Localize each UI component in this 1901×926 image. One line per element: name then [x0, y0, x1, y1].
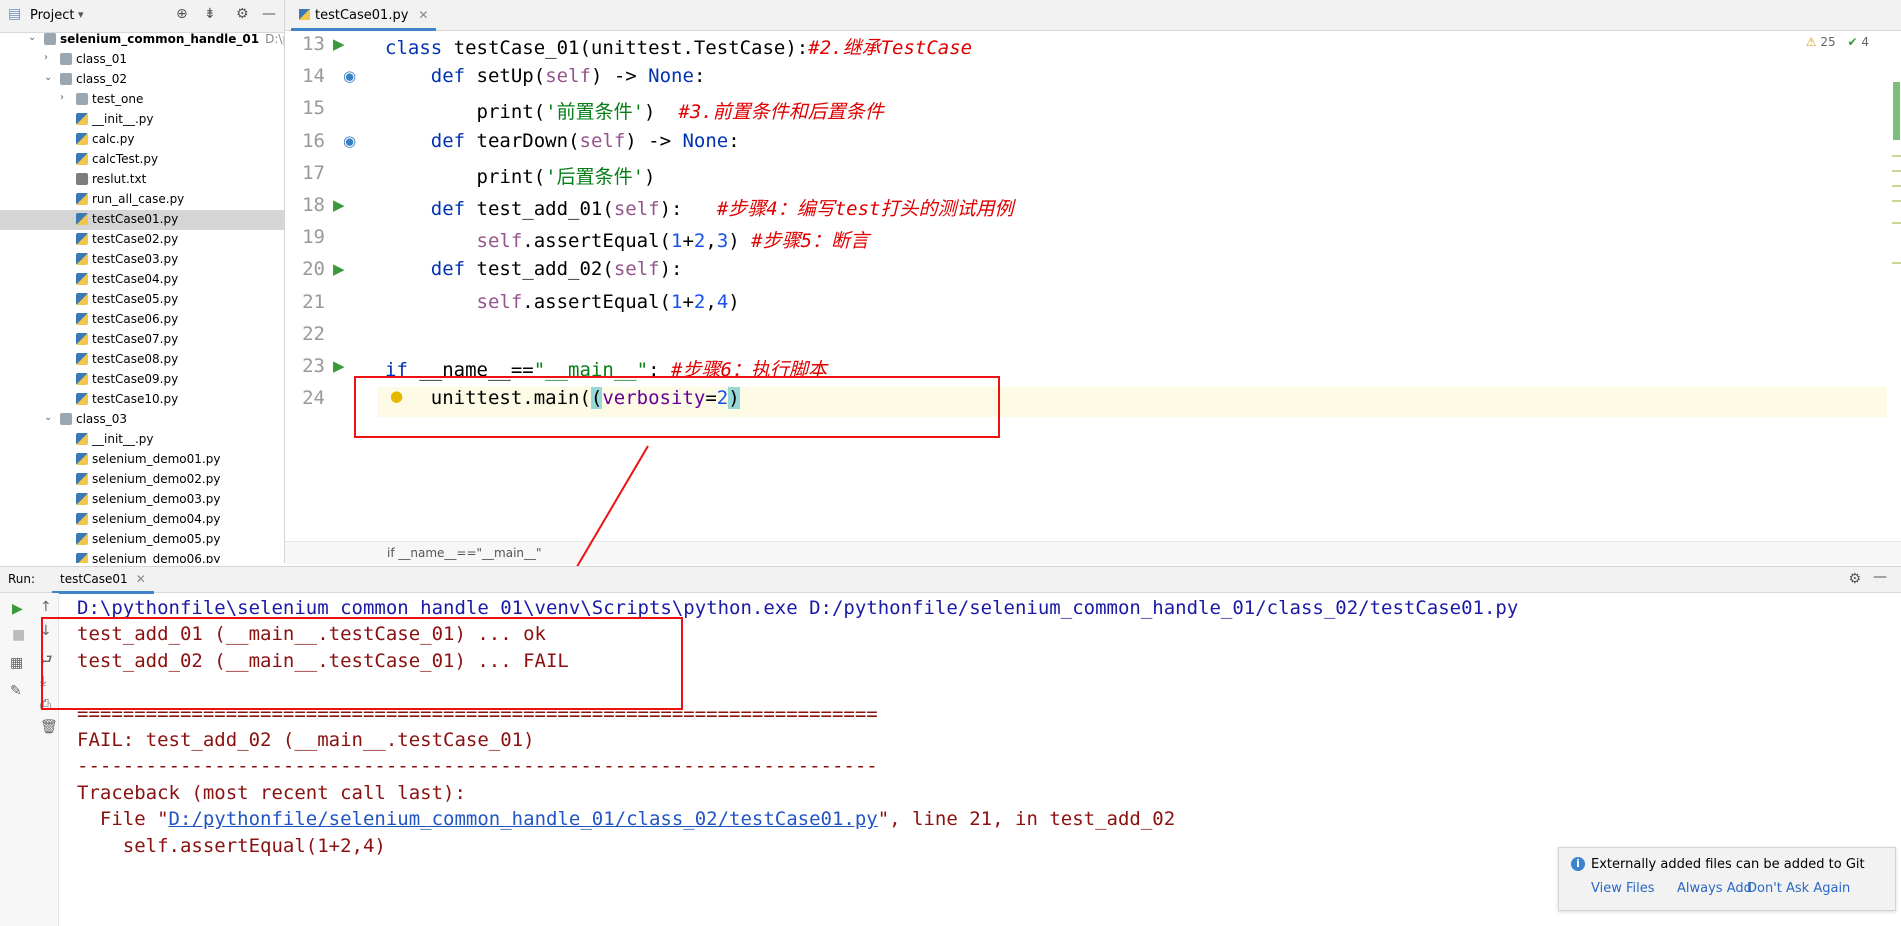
- scroll-marker: [1892, 222, 1901, 224]
- run-tab-label: testCase01: [60, 572, 128, 586]
- scroll-marker: [1892, 155, 1901, 157]
- output-line: FAIL: test_add_02 (__main__.testCase_01): [77, 729, 535, 751]
- scroll-marker: [1892, 170, 1901, 172]
- trash-icon[interactable]: 🗑: [40, 719, 58, 735]
- up-arrow-icon[interactable]: ↑: [40, 599, 52, 615]
- rerun-icon[interactable]: ▶: [12, 601, 23, 617]
- output-line: ----------------------------------------…: [77, 755, 878, 778]
- notification-message: Externally added files can be added to G…: [1591, 857, 1865, 872]
- layout-icon[interactable]: ▦: [10, 655, 23, 671]
- close-icon[interactable]: ✕: [136, 572, 146, 586]
- output-line: D:\pythonfile\selenium_common_handle_01\…: [77, 597, 1519, 619]
- scroll-marker: [1892, 262, 1901, 264]
- run-label: Run:: [8, 572, 36, 586]
- minimize-icon[interactable]: —: [1873, 569, 1887, 585]
- always-add-link[interactable]: Always Add: [1677, 881, 1752, 896]
- annotation-box-output: [41, 617, 683, 710]
- output-line: self.assertEqual(1+2,4): [77, 834, 386, 857]
- traceback-file-link[interactable]: D:/pythonfile/selenium_common_handle_01/…: [169, 808, 878, 830]
- git-notification: i Externally added files can be added to…: [1558, 847, 1896, 911]
- output-line: File "D:/pythonfile/selenium_common_hand…: [77, 808, 1176, 831]
- stop-icon[interactable]: ■: [12, 627, 25, 643]
- output-line: Traceback (most recent call last):: [77, 781, 466, 804]
- pin-icon[interactable]: ✎: [10, 683, 22, 699]
- scrollbar-thumb[interactable]: [1893, 82, 1900, 140]
- run-header: Run: testCase01 ✕ ⚙ —: [0, 567, 1901, 594]
- scroll-marker: [1892, 200, 1901, 202]
- scroll-marker: [1892, 185, 1901, 187]
- gear-icon[interactable]: ⚙: [1848, 571, 1861, 587]
- view-files-link[interactable]: View Files: [1591, 881, 1655, 896]
- dont-ask-again-link[interactable]: Don't Ask Again: [1747, 881, 1850, 896]
- info-icon: i: [1571, 857, 1585, 871]
- run-tab[interactable]: testCase01 ✕: [52, 569, 154, 594]
